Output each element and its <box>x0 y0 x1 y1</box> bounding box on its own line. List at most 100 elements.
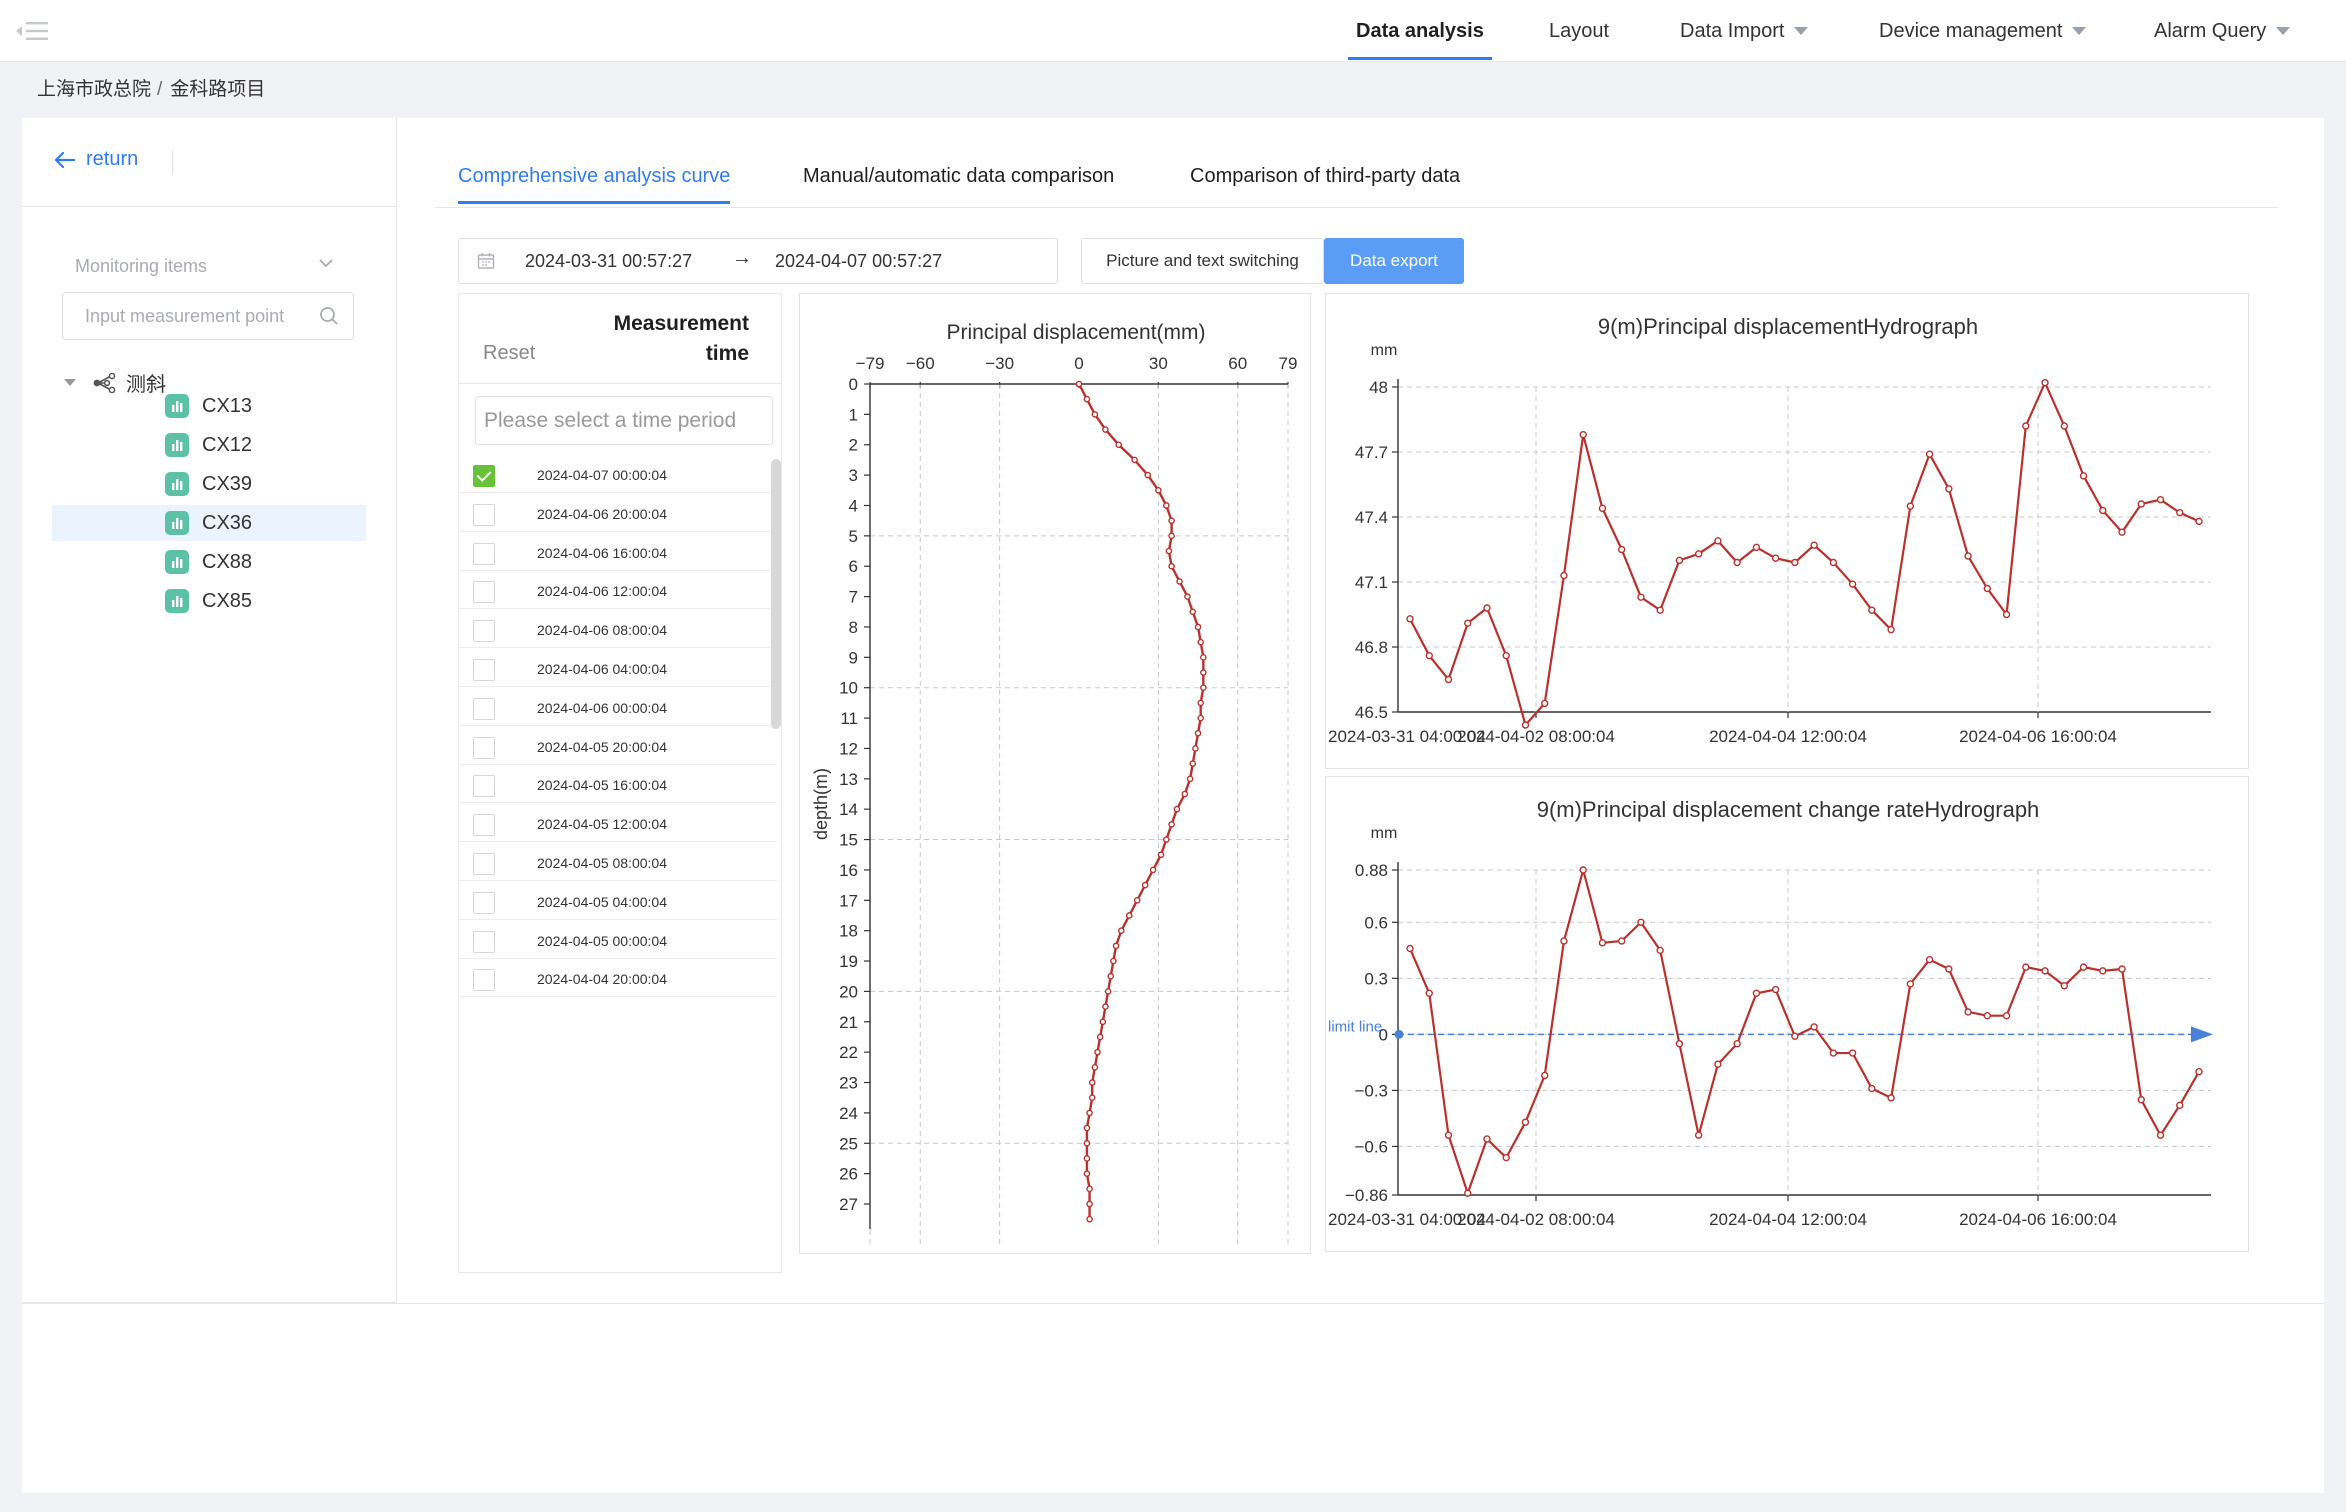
row-checkbox[interactable] <box>473 542 495 565</box>
row-checkbox[interactable] <box>473 503 495 526</box>
data-point <box>1444 1131 1453 1139</box>
time-period-filter-input[interactable]: Please select a time period <box>475 396 773 445</box>
row-checkbox[interactable] <box>473 930 495 953</box>
row-time: 2024-04-06 08:00:04 <box>537 622 667 639</box>
time-row[interactable]: 2024-04-06 16:00:04 <box>459 532 777 571</box>
scrollbar[interactable] <box>771 459 781 729</box>
tree-item-cx13[interactable]: CX13 <box>52 388 366 424</box>
menu-fold-icon[interactable] <box>14 20 50 42</box>
nav-layout[interactable]: Layout <box>1549 0 1609 62</box>
data-point <box>2002 610 2011 619</box>
row-checkbox[interactable] <box>473 814 495 837</box>
y-tick-label: 22 <box>839 1043 858 1062</box>
data-point <box>1200 684 1207 692</box>
data-point <box>1149 866 1157 874</box>
heading-line: time <box>705 342 749 365</box>
time-row[interactable]: 2024-04-06 04:00:04 <box>459 648 777 687</box>
time-row[interactable]: 2024-04-04 20:00:04 <box>459 958 777 998</box>
data-point <box>2079 963 2088 971</box>
breadcrumb-current: 金科路项目 <box>170 79 266 100</box>
data-point <box>1964 1008 1972 1016</box>
time-row[interactable]: 2024-04-06 08:00:04 <box>459 609 777 649</box>
data-point <box>1906 980 1915 988</box>
row-checkbox[interactable] <box>473 581 495 604</box>
x-tick-label: 2024-04-06 16:00:04 <box>1959 1210 2117 1229</box>
search-icon <box>320 307 338 325</box>
data-point <box>1521 721 1530 729</box>
data-point <box>1131 456 1138 464</box>
end-date-input[interactable]: 2024-04-07 00:57:27 <box>775 251 942 272</box>
reset-button[interactable]: Reset <box>483 342 535 365</box>
displacement-profile-chart: Principal displacement(mm) depth(m) −79 −60… <box>799 293 1311 1254</box>
nav-data-analysis[interactable]: Data analysis <box>1348 0 1492 62</box>
row-checkbox[interactable] <box>473 891 495 914</box>
data-point <box>1086 1185 1093 1193</box>
row-checkbox[interactable] <box>473 697 495 720</box>
data-point <box>1425 651 1433 660</box>
data-point <box>2099 506 2107 515</box>
measurement-point-search-input[interactable]: Input measurement point <box>62 292 354 340</box>
start-date-input[interactable]: 2024-03-31 00:57:27 <box>525 251 692 272</box>
row-checkbox[interactable] <box>473 969 495 992</box>
tab-comprehensive-analysis-curve[interactable]: Comprehensive analysis curve <box>458 165 731 204</box>
time-row[interactable]: 2024-04-05 04:00:04 <box>459 881 777 920</box>
time-row[interactable]: 2024-04-05 20:00:04 <box>459 726 777 765</box>
row-checkbox[interactable] <box>473 465 495 487</box>
y-tick-label: −0.3 <box>1354 1081 1388 1100</box>
time-row[interactable]: 2024-04-06 20:00:04 <box>459 493 777 532</box>
x-tick-label: 2024-04-04 12:00:04 <box>1709 1210 1867 1229</box>
data-point <box>2060 982 2068 990</box>
row-time: 2024-04-05 12:00:04 <box>537 816 667 833</box>
row-checkbox[interactable] <box>473 853 495 875</box>
data-point <box>1141 881 1149 889</box>
data-point <box>1197 638 1204 646</box>
picture-text-switch-button[interactable]: Picture and text switching <box>1081 238 1324 284</box>
tree-item-cx85[interactable]: CX85 <box>52 583 366 619</box>
profile-chart-svg: Principal displacement(mm) depth(m) −79 −60… <box>811 321 1297 1244</box>
tree-item-cx12[interactable]: CX12 <box>52 427 366 463</box>
time-row[interactable]: 2024-04-06 00:00:04 <box>459 687 777 726</box>
data-export-button[interactable]: Data export <box>1324 238 1464 284</box>
tree-item-cx88[interactable]: CX88 <box>52 544 366 580</box>
nav-alarm-query[interactable]: Alarm Query <box>2154 0 2291 62</box>
chart-title: 9(m)Principal displacement change rateHy… <box>1537 797 2040 822</box>
tree-item-cx39[interactable]: CX39 <box>52 466 366 502</box>
data-point <box>1579 866 1587 874</box>
row-checkbox[interactable] <box>473 775 495 798</box>
row-time: 2024-04-06 20:00:04 <box>537 505 667 522</box>
nav-device-management[interactable]: Device management <box>1879 0 2087 62</box>
nav-data-import[interactable]: Data Import <box>1680 0 1809 62</box>
data-point <box>2022 422 2030 430</box>
tab-manual-automatic-comparison[interactable]: Manual/automatic data comparison <box>803 165 1114 188</box>
y-tick-label: 18 <box>839 922 858 941</box>
row-checkbox[interactable] <box>473 736 495 759</box>
time-row[interactable]: 2024-04-06 12:00:04 <box>459 570 777 610</box>
data-point <box>1444 675 1453 684</box>
limit-line-arrow-icon <box>2191 1026 2213 1043</box>
data-point <box>1102 426 1109 433</box>
time-row[interactable]: 2024-04-05 12:00:04 <box>459 803 777 843</box>
data-point <box>1075 380 1083 388</box>
date-range-picker[interactable]: 2024-03-31 00:57:27 → 2024-04-07 00:57:2… <box>458 238 1058 284</box>
monitoring-items-select[interactable]: Monitoring items <box>75 248 335 284</box>
row-checkbox[interactable] <box>473 659 495 681</box>
measurement-time-list: Reset Measurement time Please select a t… <box>458 293 782 1273</box>
row-checkbox[interactable] <box>473 620 495 643</box>
caret-down-icon[interactable] <box>64 379 76 386</box>
time-row[interactable]: 2024-04-07 00:00:04 <box>459 454 777 493</box>
data-point <box>1829 558 1838 567</box>
x-tick-label: −79 <box>856 354 885 373</box>
tree-item-cx36[interactable]: CX36 <box>52 505 366 541</box>
return-button[interactable]: return <box>54 148 138 171</box>
y-tick-label: 8 <box>849 618 858 637</box>
data-point <box>1104 988 1112 995</box>
bottom-area <box>22 1303 2324 1493</box>
time-row[interactable]: 2024-04-05 00:00:04 <box>459 920 777 959</box>
breadcrumb-root[interactable]: 上海市政总院 <box>37 79 151 100</box>
time-row[interactable]: 2024-04-05 16:00:04 <box>459 764 777 804</box>
tab-third-party-comparison[interactable]: Comparison of third-party data <box>1190 165 1460 188</box>
tab-label: Comparison of third-party data <box>1190 165 1461 187</box>
y-tick-label: 15 <box>839 831 858 850</box>
time-row[interactable]: 2024-04-05 08:00:04 <box>459 842 777 881</box>
data-point <box>1086 1200 1093 1208</box>
